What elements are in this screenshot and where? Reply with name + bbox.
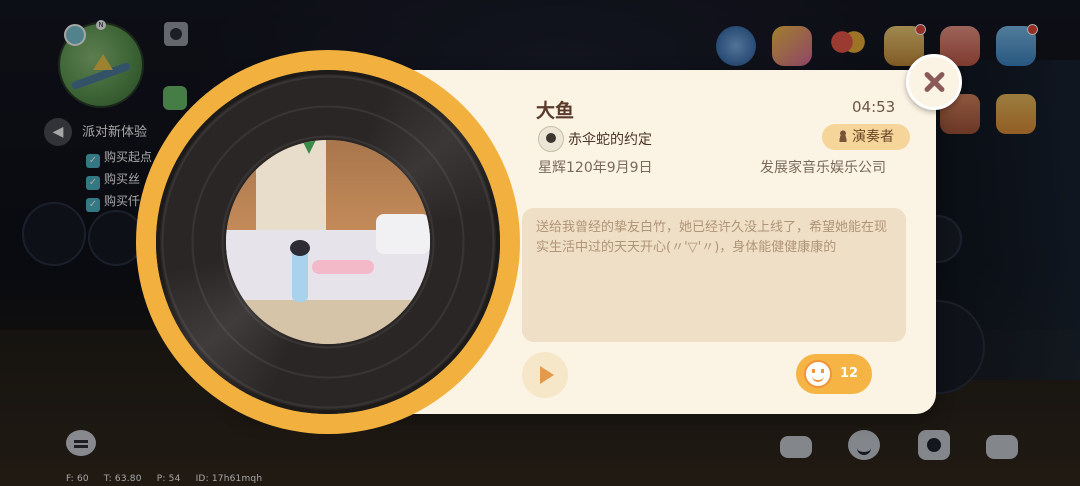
role-badge: 演奏者 <box>822 124 910 150</box>
message-box: 送给我曾经的挚友白竹，她已经许久没上线了，希望她能在现实生活中过的天天开心(〃'… <box>522 208 906 342</box>
play-button[interactable] <box>522 352 568 398</box>
photo-character <box>312 260 374 274</box>
message-text: 送给我曾经的挚友白竹，她已经许久没上线了，希望她能在现实生活中过的天天开心(〃'… <box>536 220 888 255</box>
photo-sofa <box>376 214 430 254</box>
close-button[interactable] <box>906 54 962 110</box>
record-company: 发展家音乐娱乐公司 <box>760 160 886 176</box>
close-icon <box>922 70 946 94</box>
like-button[interactable]: 12 <box>796 354 872 394</box>
photo-character <box>292 248 308 302</box>
photo-character-head <box>290 240 310 256</box>
photo-floor <box>226 300 430 344</box>
player-name[interactable]: 赤伞蛇的约定 <box>568 129 652 149</box>
photo-panel <box>256 140 326 235</box>
person-icon <box>838 130 848 142</box>
play-icon <box>540 366 554 384</box>
avatar[interactable] <box>538 126 564 152</box>
record-date: 星辉120年9月9日 <box>538 160 653 176</box>
like-count: 12 <box>840 366 859 381</box>
record-cover-photo <box>226 140 430 344</box>
song-duration: 04:53 <box>852 98 896 116</box>
song-title: 大鱼 <box>536 100 575 122</box>
smile-icon <box>804 360 832 388</box>
